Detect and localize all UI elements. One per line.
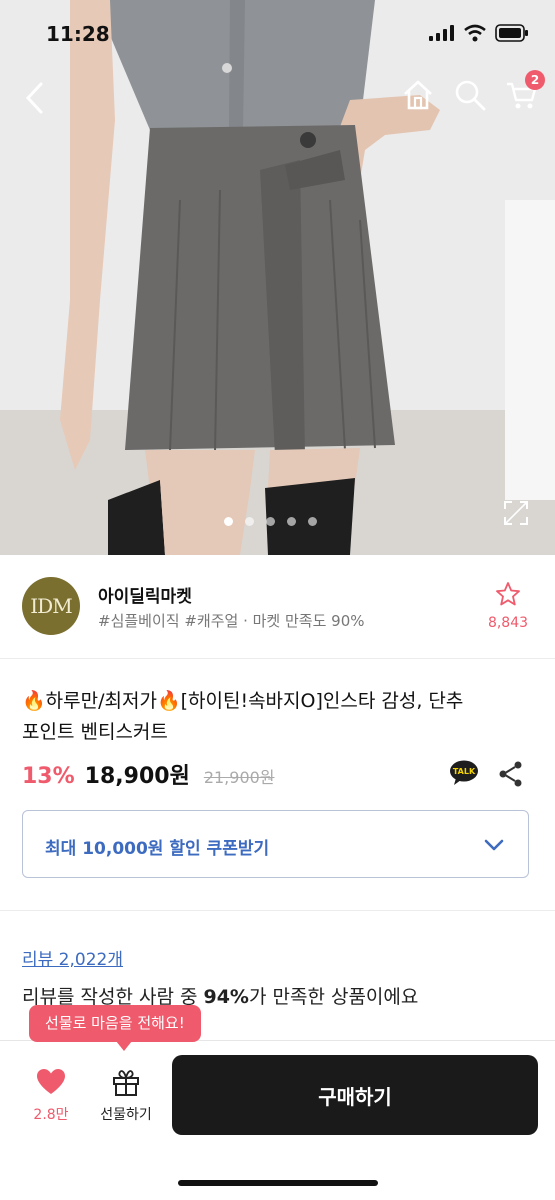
back-button[interactable] <box>18 80 54 116</box>
cart-button[interactable]: 2 <box>505 70 545 112</box>
price-row: 13% 18,900원 21,900원 <box>22 758 275 790</box>
store-name[interactable]: 아이딜릭마켓 <box>98 582 192 607</box>
kakao-talk-button[interactable]: TALK <box>449 760 479 786</box>
expand-icon <box>504 501 528 525</box>
chevron-left-icon <box>25 82 43 114</box>
star-icon <box>496 582 520 606</box>
share-button[interactable] <box>498 760 524 788</box>
coupon-label: 최대 10,000원 할인 쿠폰받기 <box>45 839 270 859</box>
page-dot[interactable] <box>224 517 233 526</box>
buy-button[interactable]: 구매하기 <box>172 1055 538 1135</box>
battery-icon <box>495 24 528 42</box>
like-count: 2.8만 <box>33 1107 69 1123</box>
favorite-count: 8,843 <box>487 615 529 631</box>
talk-icon: TALK <box>450 760 478 785</box>
home-icon <box>404 80 432 110</box>
cart-badge: 2 <box>525 70 545 90</box>
store-section: IDM 아이딜릭마켓 #심플베이직 #캐주얼 · 마켓 만족도 90% 8,84… <box>0 555 555 659</box>
coupon-button[interactable]: 최대 10,000원 할인 쿠폰받기 <box>22 810 529 878</box>
wifi-icon <box>464 24 486 42</box>
product-image[interactable]: 11:28 2 <box>0 0 555 555</box>
page-dot[interactable] <box>308 517 317 526</box>
review-summary-suffix: 가 만족한 상품이에요 <box>248 986 419 1008</box>
section-divider <box>0 910 555 911</box>
search-icon <box>455 80 486 111</box>
review-count-link[interactable]: 리뷰 2,022개 <box>22 945 123 970</box>
product-title-line2: 포인트 벤티스커트 <box>22 721 168 743</box>
heart-icon <box>37 1069 65 1094</box>
gift-tooltip: 선물로 마음을 전해요! <box>29 1005 201 1042</box>
gallery-pagination <box>224 517 317 526</box>
svg-text:TALK: TALK <box>453 767 476 776</box>
gift-label: 선물하기 <box>100 1107 152 1123</box>
product-title-line1: 🔥하루만/최저가🔥[하이틴!속바지O]인스타 감성, 단추 <box>22 690 464 712</box>
discount-rate: 13% <box>22 764 75 789</box>
status-bar: 11:28 <box>0 0 555 70</box>
page-dot[interactable] <box>266 517 275 526</box>
like-button[interactable]: 2.8만 <box>22 1068 80 1124</box>
status-time: 11:28 <box>46 22 110 46</box>
review-summary-percent: 94% <box>203 986 249 1008</box>
status-icons <box>429 24 529 42</box>
store-tags: #심플베이직 #캐주얼 · 마켓 만족도 90% <box>98 612 365 630</box>
share-icon <box>499 761 522 787</box>
gift-icon <box>113 1070 139 1096</box>
gift-button[interactable]: 선물하기 <box>92 1068 160 1124</box>
signal-icon <box>429 25 454 41</box>
store-logo[interactable]: IDM <box>22 577 80 635</box>
page-dot[interactable] <box>287 517 296 526</box>
page-dot[interactable] <box>245 517 254 526</box>
chevron-down-icon <box>484 839 504 851</box>
sale-price: 18,900원 <box>84 764 190 789</box>
search-button[interactable] <box>453 78 487 112</box>
gift-tooltip-arrow <box>116 1041 132 1051</box>
home-button[interactable] <box>401 78 435 112</box>
fullscreen-button[interactable] <box>503 500 529 526</box>
product-title: 🔥하루만/최저가🔥[하이틴!속바지O]인스타 감성, 단추 포인트 벤티스커트 <box>22 686 532 748</box>
store-favorite-button[interactable]: 8,843 <box>483 581 533 631</box>
top-nav-actions: 2 <box>401 70 545 112</box>
original-price: 21,900원 <box>203 768 275 787</box>
home-indicator <box>178 1180 378 1186</box>
